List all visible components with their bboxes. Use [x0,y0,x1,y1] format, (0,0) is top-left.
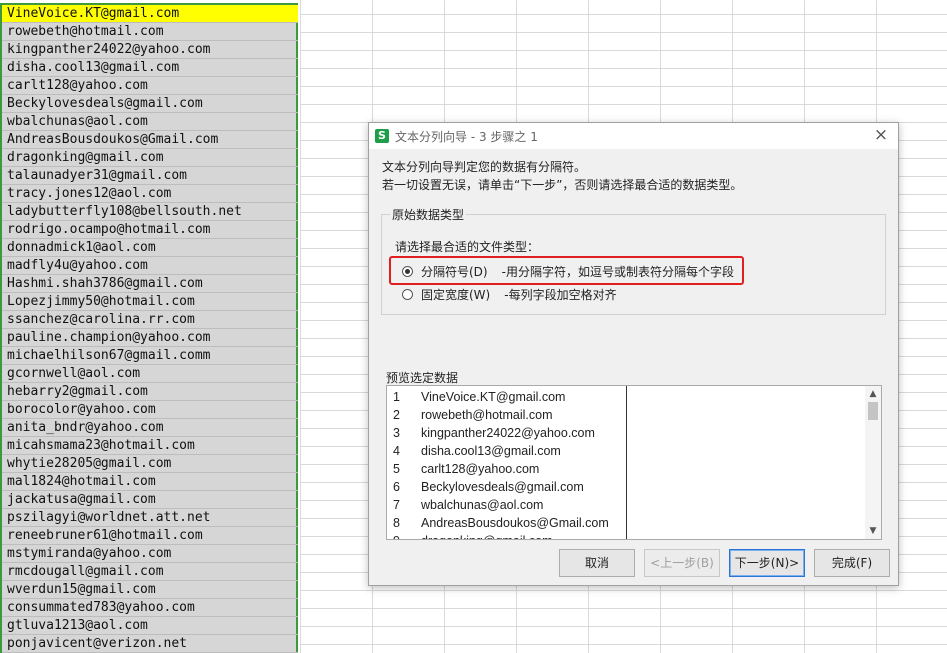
cell[interactable]: rowebeth@hotmail.com [2,23,298,41]
scroll-down-icon[interactable]: ▼ [865,524,881,538]
preview-row-number: 2 [393,408,400,422]
scroll-up-icon[interactable]: ▲ [865,387,881,401]
cell[interactable]: AndreasBousdoukos@Gmail.com [2,131,298,149]
preview-row-value: AndreasBousdoukos@Gmail.com [421,516,609,530]
preview-row-value: wbalchunas@aol.com [421,498,544,512]
column-break-line[interactable] [626,386,627,539]
dialog-title: 文本分列向导 - 3 步骤之 1 [395,130,538,144]
preview-row-number: 7 [393,498,400,512]
radio-fixed-width[interactable]: 固定宽度(W) -每列字段加空格对齐 [402,285,617,303]
cell[interactable]: michaelhilson67@gmail.comm [2,347,298,365]
radio-fixed-width-button[interactable] [402,288,413,300]
cell[interactable]: kingpanther24022@yahoo.com [2,41,298,59]
preview-row-number: 4 [393,444,400,458]
cell[interactable]: mal1824@hotmail.com [2,473,298,491]
preview-row: 4 disha.cool13@gmail.com [387,442,867,460]
data-preview[interactable]: 9 dragonking@gmail.com 8 AndreasBousdoukos@… [386,385,882,540]
preview-row: 3 kingpanther24022@yahoo.com [387,424,867,442]
cell[interactable]: consummated783@yahoo.com [2,599,298,617]
next-button[interactable]: 下一步(N)> [729,549,805,577]
preview-row-value: Beckylovesdeals@gmail.com [421,480,584,494]
cell[interactable]: donnadmick1@aol.com [2,239,298,257]
cell[interactable]: rmcdougall@gmail.com [2,563,298,581]
cell[interactable]: whytie28205@gmail.com [2,455,298,473]
preview-row-number: 6 [393,480,400,494]
cell[interactable]: hebarry2@gmail.com [2,383,298,401]
cell[interactable]: madfly4u@yahoo.com [2,257,298,275]
description-line-2: 若一切设置无误，请单击“下一步”，否则请选择最合适的数据类型。 [382,178,743,192]
radio-delimited[interactable]: 分隔符号(D) -用分隔字符，如逗号或制表符分隔每个字段 [402,262,734,280]
preview-scrollbar[interactable]: ▲ ▼ [865,386,881,539]
cell[interactable]: wverdun15@gmail.com [2,581,298,599]
cell[interactable]: borocolor@yahoo.com [2,401,298,419]
cell[interactable]: rodrigo.ocampo@hotmail.com [2,221,298,239]
preview-row-number: 5 [393,462,400,476]
cell[interactable]: mstymiranda@yahoo.com [2,545,298,563]
preview-row: 8 AndreasBousdoukos@Gmail.com [387,514,867,532]
original-data-type-group: 原始数据类型 请选择最合适的文件类型： 分隔符号(D) -用分隔字符，如逗号或制… [381,206,886,315]
radio-fixed-width-label: 固定宽度(W) [421,287,491,302]
preview-row: 5 carlt128@yahoo.com [387,460,867,478]
cell[interactable]: ssanchez@carolina.rr.com [2,311,298,329]
description-line-1: 文本分列向导判定您的数据有分隔符。 [382,160,587,174]
cell[interactable]: ladybutterfly108@bellsouth.net [2,203,298,221]
back-button[interactable]: <上一步(B) [644,549,720,577]
radio-delimited-label: 分隔符号(D) [421,264,488,279]
cell[interactable]: pszilagyi@worldnet.att.net [2,509,298,527]
cell[interactable]: pauline.champion@yahoo.com [2,329,298,347]
preview-row-value: disha.cool13@gmail.com [421,444,561,458]
cell[interactable]: ponjavicent@verizon.net [2,635,298,653]
finish-button[interactable]: 完成(F) [814,549,890,577]
cell[interactable]: wbalchunas@aol.com [2,113,298,131]
radio-delimited-desc: -用分隔字符，如逗号或制表符分隔每个字段 [501,264,734,279]
cell[interactable]: dragonking@gmail.com [2,149,298,167]
active-cell[interactable]: VineVoice.KT@gmail.com [2,5,298,23]
text-to-columns-dialog: S 文本分列向导 - 3 步骤之 1 × 文本分列向导判定您的数据有分隔符。 若… [368,122,899,586]
preview-row: 9 dragonking@gmail.com [387,532,867,539]
cell[interactable]: carlt128@yahoo.com [2,77,298,95]
preview-row-number: 3 [393,426,400,440]
cell[interactable]: reneebruner61@hotmail.com [2,527,298,545]
cell[interactable]: gcornwell@aol.com [2,365,298,383]
group-title: 原始数据类型 [390,206,467,223]
cancel-button[interactable]: 取消 [559,549,635,577]
preview-row: 6 Beckylovesdeals@gmail.com [387,478,867,496]
cell[interactable]: anita_bndr@yahoo.com [2,419,298,437]
preview-row-value: VineVoice.KT@gmail.com [421,390,566,404]
preview-row: 7 wbalchunas@aol.com [387,496,867,514]
close-icon[interactable]: × [872,126,890,144]
cell[interactable]: micahsmama23@hotmail.com [2,437,298,455]
scroll-thumb[interactable] [868,402,878,420]
cell[interactable]: disha.cool13@gmail.com [2,59,298,77]
preview-row-number: 8 [393,516,400,530]
cell[interactable]: Beckylovesdeals@gmail.com [2,95,298,113]
preview-row-number: 9 [393,532,400,539]
app-icon: S [375,129,389,143]
dialog-titlebar[interactable]: S 文本分列向导 - 3 步骤之 1 × [369,123,898,149]
radio-fixed-width-desc: -每列字段加空格对齐 [504,287,617,302]
preview-label: 预览选定数据 [386,371,459,385]
preview-row: 2 rowebeth@hotmail.com [387,406,867,424]
radio-delimited-button[interactable] [402,265,413,277]
file-type-prompt: 请选择最合适的文件类型： [395,240,540,254]
selected-column-a[interactable]: VineVoice.KT@gmail.com rowebeth@hotmail.c… [0,3,298,653]
cell[interactable]: Hashmi.shah3786@gmail.com [2,275,298,293]
preview-row-value: dragonking@gmail.com [421,532,553,539]
cell[interactable]: Lopezjimmy50@hotmail.com [2,293,298,311]
cell[interactable]: jackatusa@gmail.com [2,491,298,509]
preview-row-value: rowebeth@hotmail.com [421,408,553,422]
preview-row-number: 1 [393,390,400,404]
cell[interactable]: tracy.jones12@aol.com [2,185,298,203]
preview-row-value: kingpanther24022@yahoo.com [421,426,595,440]
preview-row-value: carlt128@yahoo.com [421,462,540,476]
cell[interactable]: talaunadyer31@gmail.com [2,167,298,185]
cell[interactable]: gtluva1213@aol.com [2,617,298,635]
preview-row: 1 VineVoice.KT@gmail.com [387,388,867,406]
